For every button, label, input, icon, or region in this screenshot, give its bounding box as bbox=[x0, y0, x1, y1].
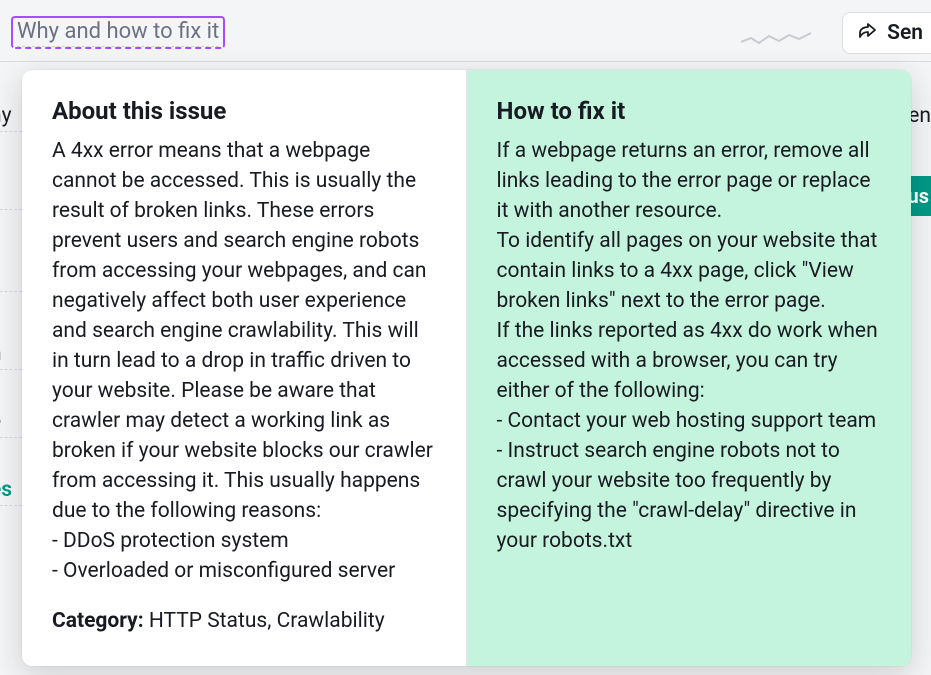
top-bar: Why and how to fix it Sen bbox=[0, 0, 931, 62]
share-arrow-icon bbox=[857, 23, 877, 43]
why-and-how-link[interactable]: Why and how to fix it bbox=[11, 16, 225, 49]
about-panel: About this issue A 4xx error means that … bbox=[22, 70, 467, 666]
fix-panel: How to fix it If a webpage returns an er… bbox=[467, 70, 912, 666]
category-value: HTTP Status, Crawlability bbox=[144, 609, 385, 633]
bg-fragment: y bbox=[0, 182, 22, 210]
bg-fragment: hy bbox=[0, 104, 22, 132]
bg-fragment: es bbox=[0, 478, 22, 506]
send-button[interactable]: Sen bbox=[842, 12, 931, 54]
about-heading: About this issue bbox=[52, 96, 436, 126]
fix-heading: How to fix it bbox=[497, 96, 882, 126]
about-body: A 4xx error means that a webpage cannot … bbox=[52, 136, 436, 586]
bg-fragment: e bbox=[0, 410, 22, 438]
bg-fragment: l bbox=[0, 264, 22, 292]
why-and-how-link-label: Why and how to fix it bbox=[17, 19, 219, 47]
issue-tooltip: About this issue A 4xx error means that … bbox=[22, 70, 911, 666]
category-line: Category: HTTP Status, Crawlability bbox=[52, 606, 436, 636]
send-button-label: Sen bbox=[887, 21, 923, 45]
sparkline-icon bbox=[741, 30, 811, 50]
bg-fragment: n bbox=[0, 342, 22, 370]
bg-left-fragments: hy y l n e es bbox=[0, 62, 22, 675]
category-label: Category: bbox=[52, 609, 144, 633]
bg-right-fragments: en bbox=[915, 62, 931, 675]
fix-body: If a webpage returns an error, remove al… bbox=[497, 136, 882, 556]
